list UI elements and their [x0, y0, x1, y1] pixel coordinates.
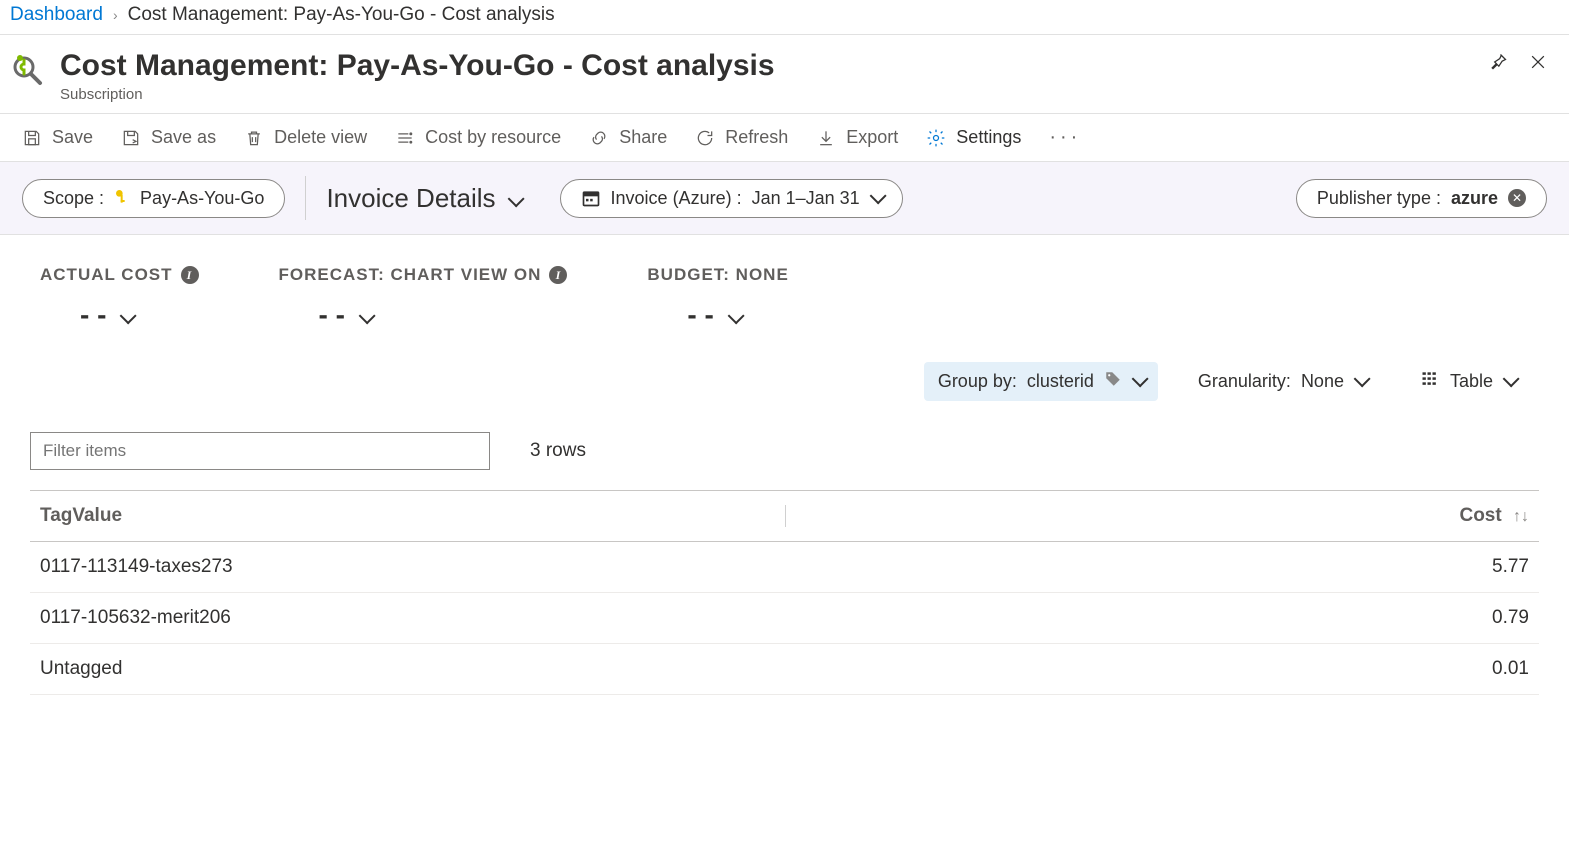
- group-by-value: clusterid: [1027, 371, 1094, 392]
- kpi-actual-cost-label: ACTUAL COST: [40, 265, 173, 285]
- kpi-budget-label: BUDGET: NONE: [647, 265, 788, 285]
- col-tagvalue-label: TagValue: [40, 505, 122, 526]
- table-icon: [1420, 369, 1440, 394]
- publisher-value: azure: [1451, 188, 1498, 209]
- chevron-right-icon: ›: [113, 7, 118, 23]
- view-name: Invoice Details: [326, 183, 495, 214]
- save-as-label: Save as: [151, 127, 216, 148]
- pin-button[interactable]: [1485, 49, 1511, 75]
- scope-label: Scope :: [43, 188, 104, 209]
- cost-by-resource-label: Cost by resource: [425, 127, 561, 148]
- chevron-down-icon: [508, 183, 520, 214]
- chevron-down-icon[interactable]: [728, 299, 740, 331]
- table-area: 3 rows TagValue Cost ↑↓ 0117-113149-taxe…: [0, 432, 1569, 695]
- kpi-forecast-value: - -: [319, 299, 345, 331]
- cell-tagvalue: Untagged: [30, 644, 785, 695]
- info-icon[interactable]: i: [181, 266, 199, 284]
- filter-items-input[interactable]: [30, 432, 490, 470]
- table-row[interactable]: Untagged 0.01: [30, 644, 1539, 695]
- cost-by-resource-button[interactable]: Cost by resource: [395, 127, 561, 148]
- settings-button[interactable]: Settings: [926, 127, 1021, 148]
- share-label: Share: [619, 127, 667, 148]
- view-selector[interactable]: Invoice Details: [305, 176, 539, 220]
- scope-selector[interactable]: Scope : Pay-As-You-Go: [22, 179, 285, 218]
- date-range-label: Invoice (Azure) :: [611, 188, 742, 209]
- scope-value: Pay-As-You-Go: [140, 188, 264, 209]
- export-button[interactable]: Export: [816, 127, 898, 148]
- save-as-button[interactable]: Save as: [121, 127, 216, 148]
- filter-bar: Scope : Pay-As-You-Go Invoice Details In…: [0, 162, 1569, 235]
- more-button[interactable]: ···: [1049, 126, 1081, 149]
- kpi-actual-cost-value: - -: [80, 299, 106, 331]
- table-row[interactable]: 0117-105632-merit206 0.79: [30, 593, 1539, 644]
- sort-icon: ↑↓: [1513, 508, 1529, 525]
- chevron-down-icon: [870, 188, 882, 209]
- chevron-down-icon[interactable]: [120, 299, 132, 331]
- page-header: Cost Management: Pay-As-You-Go - Cost an…: [0, 35, 1569, 114]
- refresh-button[interactable]: Refresh: [695, 127, 788, 148]
- page-subtitle: Subscription: [60, 86, 775, 103]
- export-label: Export: [846, 127, 898, 148]
- view-type-selector[interactable]: Table: [1406, 361, 1529, 402]
- view-type-value: Table: [1450, 371, 1493, 392]
- granularity-label: Granularity:: [1198, 371, 1291, 392]
- calendar-icon: [581, 188, 601, 208]
- group-by-label: Group by:: [938, 371, 1017, 392]
- date-range-selector[interactable]: Invoice (Azure) : Jan 1–Jan 31: [560, 179, 903, 218]
- kpi-forecast: FORECAST: CHART VIEW ON i - -: [279, 265, 568, 331]
- cell-cost: 5.77: [785, 542, 1540, 593]
- granularity-value: None: [1301, 371, 1344, 392]
- col-cost-label: Cost: [1459, 505, 1501, 526]
- col-cost[interactable]: Cost ↑↓: [785, 491, 1540, 542]
- row-count: 3 rows: [530, 440, 586, 462]
- delete-view-label: Delete view: [274, 127, 367, 148]
- page-title: Cost Management: Pay-As-You-Go - Cost an…: [60, 49, 775, 82]
- chevron-down-icon: [1503, 371, 1515, 392]
- refresh-label: Refresh: [725, 127, 788, 148]
- cell-cost: 0.79: [785, 593, 1540, 644]
- toolbar: Save Save as Delete view Cost by resourc…: [0, 114, 1569, 162]
- granularity-selector[interactable]: Granularity: None: [1184, 363, 1380, 400]
- cost-management-icon: [10, 49, 46, 92]
- breadcrumb: Dashboard › Cost Management: Pay-As-You-…: [0, 0, 1569, 35]
- kpi-forecast-label: FORECAST: CHART VIEW ON: [279, 265, 542, 285]
- share-button[interactable]: Share: [589, 127, 667, 148]
- delete-view-button[interactable]: Delete view: [244, 127, 367, 148]
- remove-filter-icon[interactable]: ✕: [1508, 189, 1526, 207]
- key-icon: [114, 188, 130, 209]
- kpi-budget: BUDGET: NONE - -: [647, 265, 788, 331]
- chevron-down-icon: [1132, 371, 1144, 392]
- breadcrumb-current: Cost Management: Pay-As-You-Go - Cost an…: [128, 4, 555, 26]
- chevron-down-icon[interactable]: [359, 299, 371, 331]
- kpi-actual-cost: ACTUAL COST i - -: [40, 265, 199, 331]
- tag-icon: [1104, 370, 1122, 393]
- col-tagvalue[interactable]: TagValue: [30, 491, 785, 542]
- kpi-row: ACTUAL COST i - - FORECAST: CHART VIEW O…: [0, 235, 1569, 361]
- group-by-selector[interactable]: Group by: clusterid: [924, 362, 1158, 401]
- cell-tagvalue: 0117-105632-merit206: [30, 593, 785, 644]
- settings-label: Settings: [956, 127, 1021, 148]
- cell-tagvalue: 0117-113149-taxes273: [30, 542, 785, 593]
- info-icon[interactable]: i: [549, 266, 567, 284]
- cost-table: TagValue Cost ↑↓ 0117-113149-taxes273 5.…: [30, 490, 1539, 695]
- close-button[interactable]: [1525, 49, 1551, 75]
- kpi-budget-value: - -: [687, 299, 713, 331]
- date-range-value: Jan 1–Jan 31: [752, 188, 860, 209]
- view-controls: Group by: clusterid Granularity: None Ta…: [0, 361, 1569, 432]
- save-button[interactable]: Save: [22, 127, 93, 148]
- publisher-label: Publisher type :: [1317, 188, 1441, 209]
- save-label: Save: [52, 127, 93, 148]
- table-row[interactable]: 0117-113149-taxes273 5.77: [30, 542, 1539, 593]
- chevron-down-icon: [1354, 371, 1366, 392]
- breadcrumb-root-link[interactable]: Dashboard: [10, 4, 103, 26]
- publisher-filter[interactable]: Publisher type : azure ✕: [1296, 179, 1547, 218]
- cell-cost: 0.01: [785, 644, 1540, 695]
